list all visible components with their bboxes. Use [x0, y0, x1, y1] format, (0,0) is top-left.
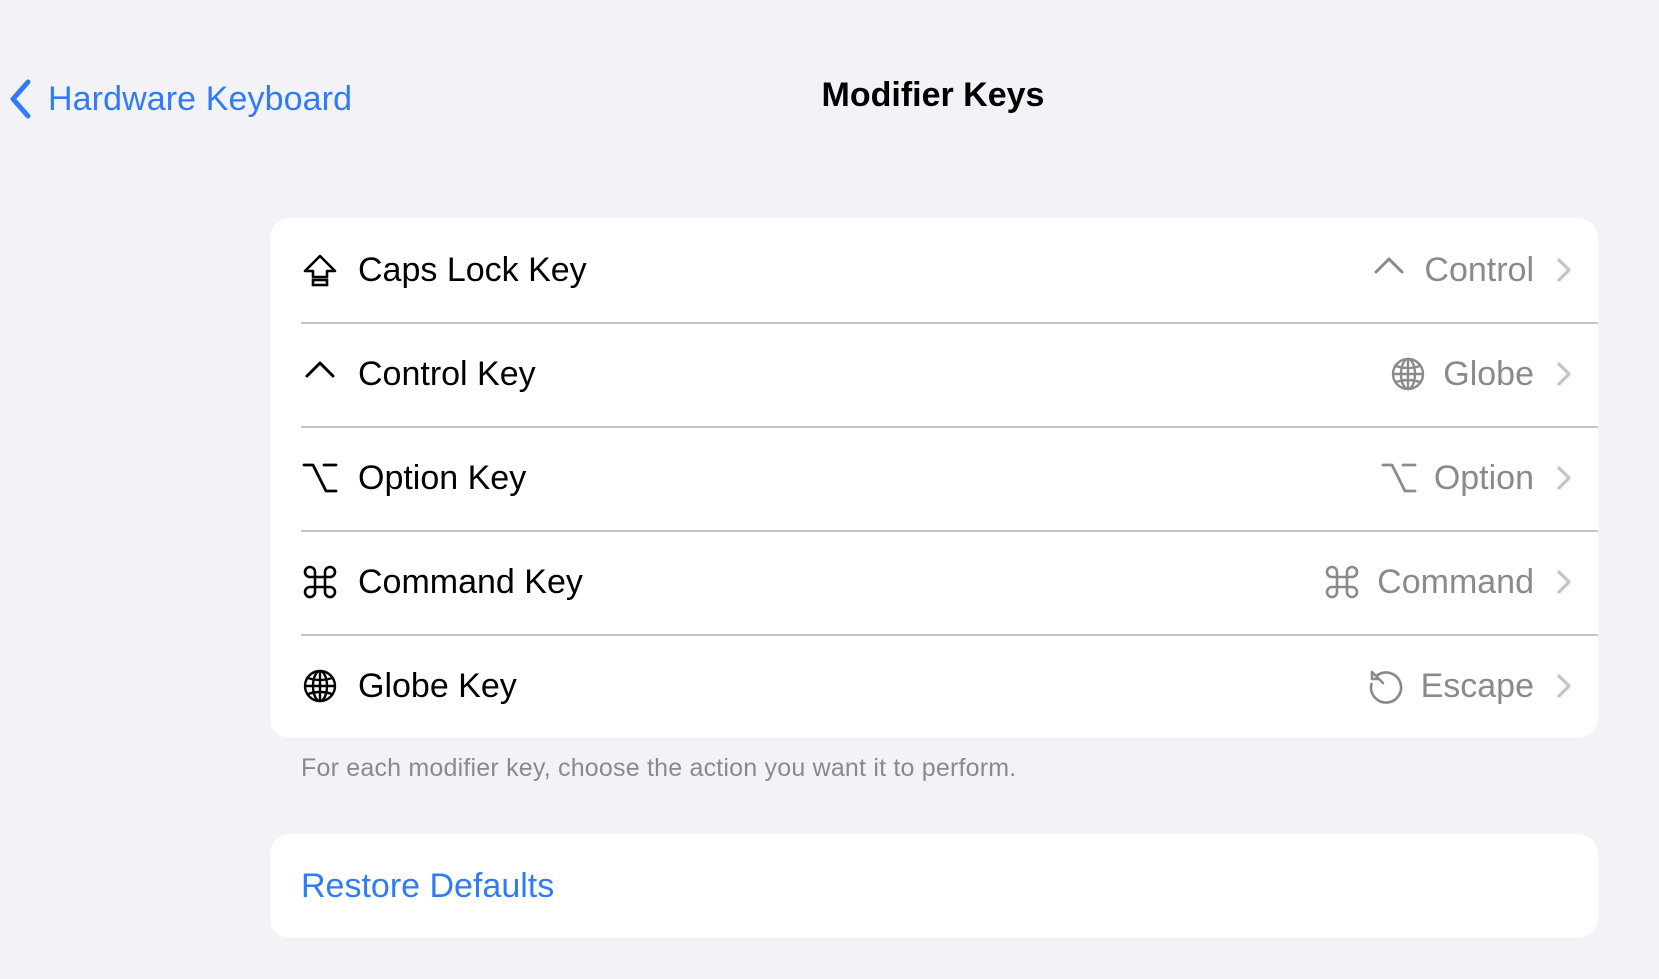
control-icon [1370, 251, 1408, 289]
row-label: Option Key [358, 458, 527, 497]
chevron-right-icon [1556, 464, 1572, 492]
value-text: Globe [1443, 354, 1534, 393]
value-text: Control [1424, 250, 1534, 289]
value-text: Escape [1420, 666, 1534, 705]
command-key-row[interactable]: Command Key Command [270, 530, 1598, 634]
command-icon [302, 564, 338, 600]
row-label: Caps Lock Key [358, 250, 587, 289]
option-key-row[interactable]: Option Key Option [270, 426, 1598, 530]
value-text: Command [1377, 562, 1534, 601]
control-key-row[interactable]: Control Key Globe [270, 322, 1598, 426]
row-value: Option [1380, 459, 1572, 498]
globe-icon [1389, 355, 1427, 393]
chevron-right-icon [1556, 256, 1572, 284]
globe-key-row[interactable]: Globe Key Escape [270, 634, 1598, 738]
globe-icon [302, 668, 338, 704]
value-text: Option [1433, 458, 1534, 497]
caps-lock-key-row[interactable]: Caps Lock Key Control [270, 218, 1598, 322]
caps-lock-icon [302, 252, 338, 288]
control-icon [302, 356, 338, 392]
restore-defaults-button[interactable]: Restore Defaults [301, 834, 554, 938]
chevron-right-icon [1556, 568, 1572, 596]
row-value: Escape [1367, 667, 1572, 706]
row-label: Command Key [358, 562, 583, 601]
escape-icon [1367, 667, 1405, 705]
command-icon [1323, 563, 1361, 601]
option-icon [302, 460, 338, 496]
page-title: Modifier Keys [821, 76, 1045, 114]
restore-defaults-card: Restore Defaults [270, 834, 1598, 938]
option-icon [1380, 459, 1418, 497]
chevron-right-icon [1556, 360, 1572, 388]
navigation-bar: Hardware Keyboard Modifier Keys [0, 0, 1659, 200]
row-value: Command [1323, 563, 1572, 602]
row-value: Control [1370, 251, 1572, 290]
chevron-right-icon [1556, 672, 1572, 700]
row-value: Globe [1389, 355, 1572, 394]
footnote-text: For each modifier key, choose the action… [301, 754, 1017, 782]
row-label: Globe Key [358, 666, 517, 705]
modifier-keys-list: Caps Lock Key Control Control Key Globe [270, 218, 1598, 738]
row-label: Control Key [358, 354, 536, 393]
